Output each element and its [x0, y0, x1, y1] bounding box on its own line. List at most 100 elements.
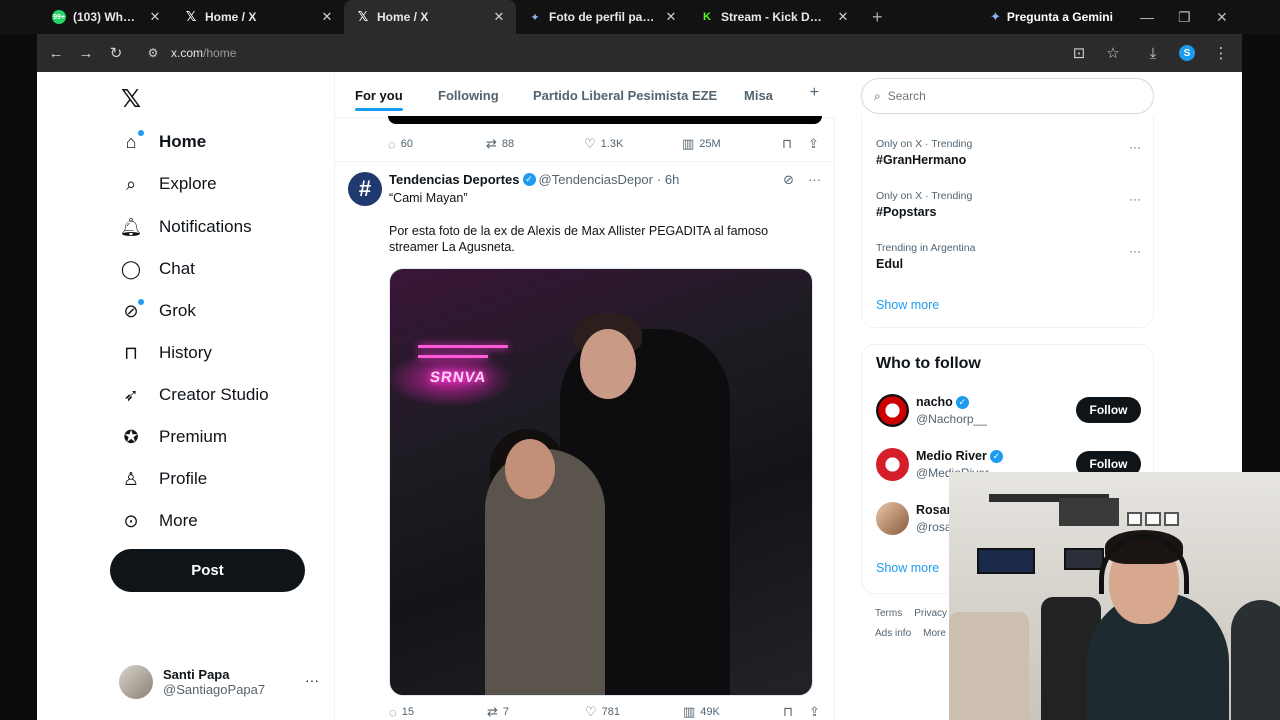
- follow-suggestion[interactable]: nacho ✓ @Nachorp__ Follow: [876, 393, 1141, 429]
- nav-grok[interactable]: ⊘ Grok: [121, 294, 196, 328]
- tweet-photo[interactable]: SRNVA: [389, 268, 813, 696]
- nav-history[interactable]: ⊓ History: [121, 336, 212, 370]
- nav-creator-studio[interactable]: ➶ Creator Studio: [121, 378, 269, 412]
- close-tab-icon[interactable]: ✕: [664, 9, 678, 25]
- menu-kebab-icon[interactable]: ⋮: [1206, 38, 1236, 68]
- repost-button[interactable]: ⇄ 7: [487, 704, 509, 720]
- reload-button[interactable]: ↻: [101, 38, 131, 68]
- restore-button[interactable]: ❐: [1178, 0, 1191, 34]
- like-button[interactable]: ♡ 781: [585, 704, 620, 720]
- site-info-icon[interactable]: ⚙: [141, 41, 165, 65]
- tab-gemini-photo[interactable]: ✦ Foto de perfil para Kick - ✕: [516, 0, 688, 34]
- bookmark-button[interactable]: ⊓: [782, 136, 797, 152]
- nav-more[interactable]: ⊙ More: [121, 504, 197, 538]
- hashtag-avatar-icon[interactable]: #: [348, 172, 382, 206]
- cam-sofa: [949, 612, 1029, 720]
- nav-premium[interactable]: ✪ Premium: [121, 420, 227, 454]
- follow-button[interactable]: Follow: [1076, 397, 1141, 423]
- tab-label: Home / X: [205, 10, 257, 24]
- url-path: /home: [203, 46, 237, 60]
- tweet-time[interactable]: · 6h: [657, 172, 679, 187]
- post-button[interactable]: Post: [110, 549, 305, 592]
- browser-toolbar: ← → ↻ ⚙ x.com/home ⊡ ☆ ⤓ S ⋮: [37, 34, 1242, 72]
- footer-more-link[interactable]: More: [923, 628, 946, 639]
- tab-list-partido[interactable]: Partido Liberal Pesimista EZE: [533, 88, 717, 103]
- nav-notifications[interactable]: 🔔︎ Notifications: [120, 210, 252, 244]
- nav-label: Chat: [159, 259, 195, 278]
- nav-explore[interactable]: ⌕ Explore: [121, 167, 217, 201]
- close-tab-icon[interactable]: ✕: [320, 9, 334, 25]
- more-dots-icon[interactable]: ···: [1129, 244, 1141, 258]
- search-box[interactable]: ⌕: [861, 78, 1154, 114]
- share-icon: ⇪: [808, 136, 819, 151]
- photo-face: [505, 439, 555, 499]
- forward-button[interactable]: →: [71, 38, 101, 68]
- previous-tweet-media[interactable]: [388, 116, 822, 124]
- more-dots-icon[interactable]: ···: [1129, 140, 1141, 154]
- profile-button[interactable]: S: [1172, 38, 1202, 68]
- person-icon: ♙: [122, 468, 140, 489]
- home-icon: ⌂: [121, 130, 144, 152]
- nav-chat[interactable]: ◯ Chat: [121, 252, 195, 286]
- more-dots-icon[interactable]: ···: [1129, 192, 1141, 206]
- tweet-text-body: Por esta foto de la ex de Alexis de Max …: [389, 224, 769, 254]
- grok-icon[interactable]: ⊘: [783, 172, 794, 188]
- bookmark-icon: ⊓: [783, 704, 794, 719]
- download-icon[interactable]: ⤓: [1138, 38, 1168, 68]
- reply-button[interactable]: ◌ 15: [389, 705, 414, 720]
- footer-terms-link[interactable]: Terms: [875, 608, 902, 619]
- nav-home[interactable]: ⌂ Home: [121, 125, 206, 159]
- account-switcher[interactable]: Santi Papa @SantiagoPapa7 ···: [119, 662, 319, 702]
- share-button[interactable]: ⇪: [809, 704, 825, 720]
- trend-item[interactable]: Only on X · Trending #Popstars ···: [876, 190, 1141, 219]
- repost-button[interactable]: ⇄ 88: [486, 136, 514, 152]
- nav-profile[interactable]: ♙ Profile: [121, 462, 207, 496]
- follow-show-more-link[interactable]: Show more: [876, 561, 939, 575]
- close-tab-icon[interactable]: ✕: [492, 9, 506, 25]
- views-icon: ▥: [683, 704, 696, 719]
- footer-ads-link[interactable]: Ads info: [875, 628, 911, 639]
- screen: 99+ (103) WhatsApp ✕ 𝕏 Home / X ✕ 𝕏 Home…: [0, 0, 1280, 720]
- trends-show-more-link[interactable]: Show more: [876, 298, 939, 312]
- tab-following[interactable]: Following: [438, 88, 499, 103]
- more-dots-icon[interactable]: ···: [305, 672, 319, 688]
- tweet-author-handle[interactable]: @TendenciasDepor: [539, 172, 653, 187]
- like-button[interactable]: ♡ 1.3K: [584, 136, 623, 152]
- tab-kick-dashboard[interactable]: K Stream - Kick Dashboard ✕: [688, 0, 860, 34]
- ask-gemini-button[interactable]: ✦ Pregunta a Gemini: [990, 0, 1113, 34]
- back-button[interactable]: ←: [41, 38, 71, 68]
- nav-label: Creator Studio: [159, 385, 269, 404]
- close-tab-icon[interactable]: ✕: [148, 9, 162, 25]
- share-button[interactable]: ⇪: [808, 136, 824, 152]
- footer-privacy-link[interactable]: Privacy: [914, 608, 947, 619]
- views-button[interactable]: ▥ 25M: [682, 136, 721, 152]
- heart-icon: ♡: [584, 136, 596, 151]
- tweet-header: Tendencias Deportes ✓ @TendenciasDepor ·…: [389, 172, 679, 187]
- tab-label: Home / X: [377, 10, 429, 24]
- install-app-icon[interactable]: ⊡: [1064, 38, 1094, 68]
- trend-item[interactable]: Trending in Argentina Edul ···: [876, 242, 1141, 271]
- gemini-icon: ✦: [530, 11, 540, 24]
- tab-home-x[interactable]: 𝕏 Home / X ✕: [172, 0, 344, 34]
- tweet-author-name[interactable]: Tendencias Deportes: [389, 172, 520, 187]
- more-dots-icon[interactable]: ···: [808, 172, 821, 188]
- new-tab-button[interactable]: +: [860, 7, 895, 28]
- tab-home-x-active[interactable]: 𝕏 Home / X ✕: [344, 0, 516, 34]
- bookmark-button[interactable]: ⊓: [783, 704, 798, 720]
- timeline-tabs: For you Following Partido Liberal Pesimi…: [335, 72, 835, 118]
- tab-whatsapp[interactable]: 99+ (103) WhatsApp ✕: [0, 0, 172, 34]
- close-window-button[interactable]: ✕: [1216, 0, 1228, 34]
- close-tab-icon[interactable]: ✕: [836, 9, 850, 25]
- address-bar[interactable]: ⚙ x.com/home: [141, 39, 1111, 67]
- trend-title: #Popstars: [876, 205, 937, 219]
- search-input[interactable]: [887, 89, 1108, 103]
- reply-button[interactable]: ◌ 60: [388, 137, 413, 152]
- views-button[interactable]: ▥ 49K: [683, 704, 720, 720]
- x-logo-icon[interactable]: 𝕏: [121, 84, 141, 114]
- bookmark-star-icon[interactable]: ☆: [1098, 38, 1128, 68]
- add-tab-icon[interactable]: +: [810, 84, 819, 102]
- tab-list-misa[interactable]: Misa: [744, 88, 773, 103]
- trend-item[interactable]: Only on X · Trending #GranHermano ···: [876, 138, 1141, 167]
- tab-for-you[interactable]: For you: [355, 88, 403, 111]
- minimize-button[interactable]: —: [1140, 0, 1154, 34]
